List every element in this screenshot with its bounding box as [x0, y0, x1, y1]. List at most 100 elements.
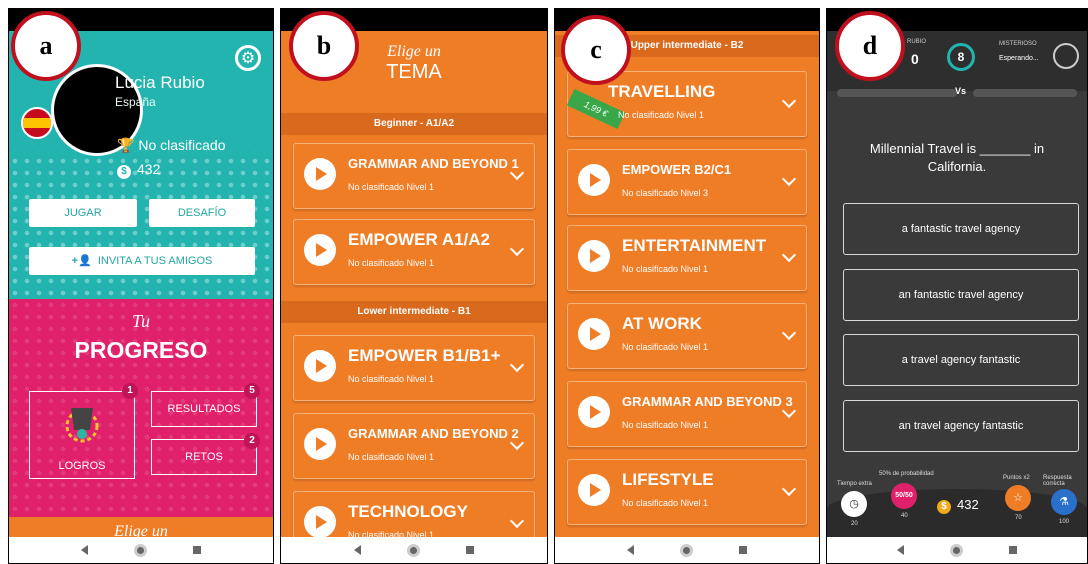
play-icon[interactable]: [304, 234, 336, 266]
play-icon[interactable]: [304, 158, 336, 190]
gear-icon[interactable]: ⚙: [235, 45, 261, 71]
clock-icon[interactable]: ◷: [841, 491, 867, 517]
android-nav-bar: [827, 537, 1087, 563]
home-icon[interactable]: [950, 543, 963, 557]
home-icon[interactable]: [134, 543, 147, 557]
recent-apps-icon[interactable]: [193, 546, 201, 554]
play-icon[interactable]: [304, 350, 336, 382]
invite-friends-button[interactable]: +👤 INVITA A TUS AMIGOS: [29, 247, 255, 275]
question-line-1: Millennial Travel is _______ in: [869, 141, 1045, 156]
chevron-down-icon[interactable]: [781, 247, 797, 263]
results-count: 5: [244, 383, 260, 399]
star-icon[interactable]: ☆: [1005, 485, 1031, 511]
android-nav-bar: [555, 537, 819, 563]
lifeline-fifty-cost: 40: [901, 513, 908, 519]
topic-card[interactable]: LIFESTYLE No clasificado Nivel 1: [567, 459, 807, 525]
android-nav-bar: [9, 537, 273, 563]
topic-name: GRAMMAR AND BEYOND 2: [348, 426, 519, 441]
flask-icon[interactable]: ⚗: [1051, 489, 1077, 515]
player-score: 0: [911, 51, 919, 67]
play-icon[interactable]: [304, 428, 336, 460]
screen-profile: ⚙ Lucia Rubio España 🏆 No clasificado $4…: [8, 8, 274, 564]
screen-topic-list-c: Upper intermediate - B2 1,99 € TRAVELLIN…: [554, 8, 820, 564]
section-header-lower-intermediate: Lower intermediate - B1: [281, 301, 547, 323]
topic-meta: No clasificado Nivel 1: [622, 342, 709, 352]
play-button[interactable]: JUGAR: [29, 199, 137, 227]
recent-apps-icon[interactable]: [739, 546, 747, 554]
chevron-down-icon[interactable]: [781, 93, 797, 109]
topic-meta: No clasificado Nivel 1: [348, 452, 435, 462]
opponent-status: Esperando...: [999, 55, 1039, 62]
screen-quiz: RUBIO 0 8 MISTERIOSO Esperando... Vs Mil…: [826, 8, 1088, 564]
play-icon[interactable]: [578, 164, 610, 196]
chevron-down-icon[interactable]: [509, 357, 525, 373]
topic-card[interactable]: GRAMMAR AND BEYOND 3 No clasificado Nive…: [567, 381, 807, 447]
topic-meta: No clasificado Nivel 1: [622, 264, 709, 274]
home-icon[interactable]: [680, 543, 693, 557]
achievements-label: LOGROS: [58, 460, 106, 472]
user-name: Lucia Rubio: [115, 73, 205, 92]
home-icon[interactable]: [407, 543, 420, 557]
topic-name: ENTERTAINMENT: [622, 236, 767, 255]
lifeline-answer-cost: 100: [1059, 519, 1070, 525]
recent-apps-icon[interactable]: [1009, 546, 1017, 554]
answer-option[interactable]: a fantastic travel agency: [843, 203, 1079, 255]
answer-option[interactable]: an travel agency fantastic: [843, 400, 1079, 452]
topic-card[interactable]: EMPOWER A1/A2 No clasificado Nivel 1: [293, 219, 535, 285]
answer-option[interactable]: an fantastic travel agency: [843, 269, 1079, 321]
topic-name: EMPOWER A1/A2: [348, 230, 491, 249]
back-icon[interactable]: [354, 545, 361, 555]
question-line-2: California.: [927, 159, 987, 174]
chevron-down-icon[interactable]: [509, 513, 525, 529]
play-icon[interactable]: [578, 474, 610, 506]
topic-meta: No clasificado Nivel 3: [622, 188, 709, 198]
lifeline-time-label: Tiempo extra: [837, 481, 872, 487]
topic-card[interactable]: GRAMMAR AND BEYOND 1 No clasificado Nive…: [293, 143, 535, 209]
play-icon[interactable]: [578, 318, 610, 350]
topic-meta: No clasificado Nivel 1: [618, 110, 705, 120]
android-nav-bar: [281, 537, 547, 563]
add-friend-icon: +👤: [71, 255, 92, 267]
quiz-coin-count: 432: [957, 497, 979, 512]
topic-card[interactable]: EMPOWER B1/B1+ No clasificado Nivel 1: [293, 335, 535, 401]
coin-icon: $: [117, 165, 131, 179]
chevron-down-icon[interactable]: [781, 171, 797, 187]
player-progress-bar: [837, 89, 957, 97]
play-icon[interactable]: [578, 240, 610, 272]
topic-meta: No clasificado Nivel 1: [348, 182, 435, 192]
results-button[interactable]: RESULTADOS: [151, 391, 257, 427]
timer: 8: [947, 43, 975, 71]
back-icon[interactable]: [627, 545, 634, 555]
topic-name: EMPOWER B2/C1: [622, 162, 732, 177]
recent-apps-icon[interactable]: [466, 546, 474, 554]
lifeline-fifty-label: 50% de probabilidad: [879, 471, 934, 477]
achievements-card[interactable]: LOGROS: [29, 391, 135, 479]
challenges-button[interactable]: RETOS: [151, 439, 257, 475]
topic-name: GRAMMAR AND BEYOND 1: [348, 156, 519, 171]
achievements-count: 1: [122, 383, 138, 399]
play-icon[interactable]: [578, 396, 610, 428]
topic-meta: No clasificado Nivel 1: [622, 420, 709, 430]
topic-card[interactable]: EMPOWER B2/C1 No clasificado Nivel 3: [567, 149, 807, 215]
fifty-fifty-icon[interactable]: 50/50: [891, 483, 917, 509]
opponent-label: MISTERIOSO: [999, 41, 1037, 47]
topic-card[interactable]: GRAMMAR AND BEYOND 2 No clasificado Nive…: [293, 413, 535, 479]
answer-option[interactable]: a travel agency fantastic: [843, 334, 1079, 386]
chevron-down-icon[interactable]: [781, 325, 797, 341]
play-icon[interactable]: [304, 506, 336, 538]
back-icon[interactable]: [81, 545, 88, 555]
opponent-avatar: [1053, 43, 1079, 69]
rank-label: No clasificado: [138, 137, 226, 153]
topic-card[interactable]: AT WORK No clasificado Nivel 1: [567, 303, 807, 369]
topic-card[interactable]: ENTERTAINMENT No clasificado Nivel 1: [567, 225, 807, 291]
chevron-down-icon[interactable]: [509, 241, 525, 257]
chevron-down-icon[interactable]: [781, 481, 797, 497]
user-rank: 🏆 No clasificado: [117, 137, 225, 154]
lifeline-points-cost: 70: [1015, 515, 1022, 521]
topic-name: TRAVELLING: [608, 82, 716, 101]
topic-name: GRAMMAR AND BEYOND 3: [622, 394, 793, 409]
topic-name: AT WORK: [622, 314, 702, 333]
screen-topic-list-b: Elige un TEMA Beginner - A1/A2 GRAMMAR A…: [280, 8, 548, 564]
back-icon[interactable]: [897, 545, 904, 555]
challenge-button[interactable]: DESAFÍO: [149, 199, 255, 227]
